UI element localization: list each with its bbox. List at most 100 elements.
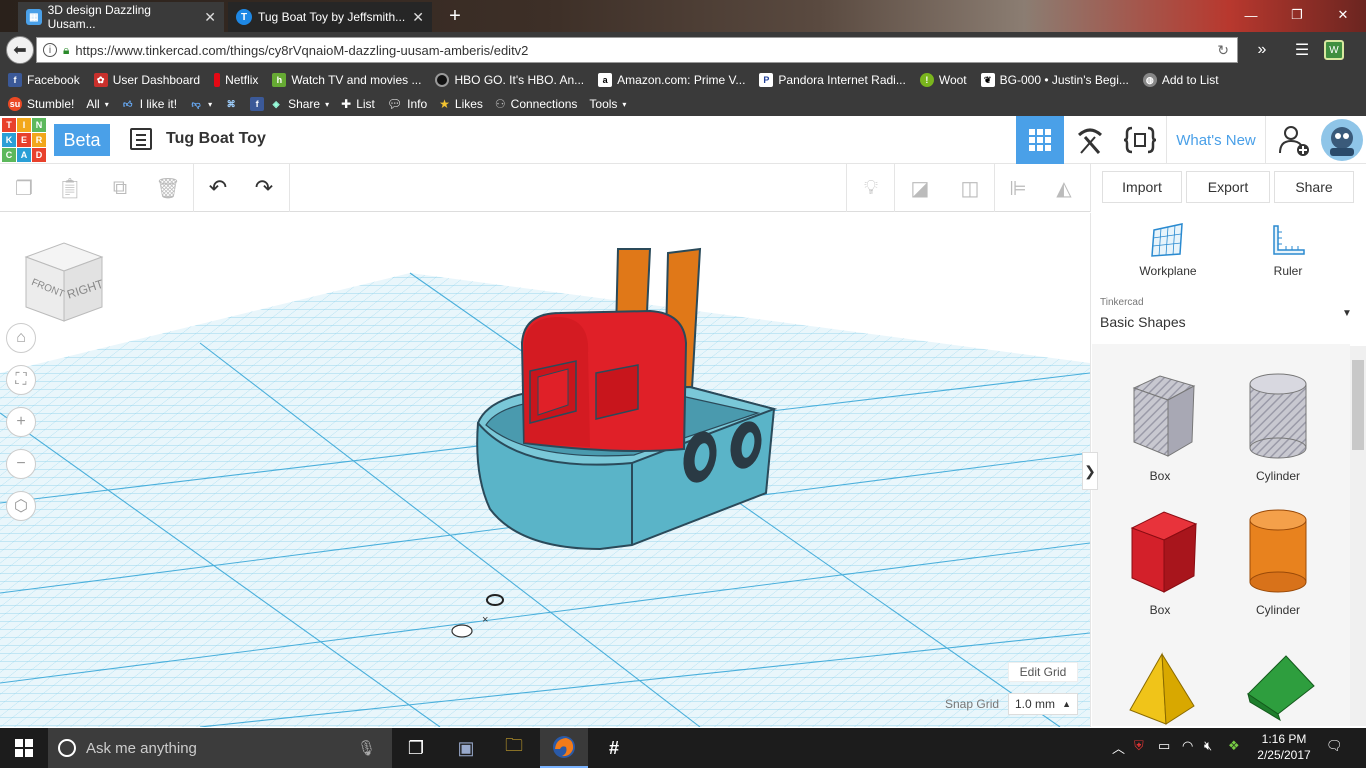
import-button[interactable]: Import — [1102, 171, 1182, 203]
redo-button[interactable]: ↷ — [248, 172, 280, 204]
view-cube[interactable]: FRONT RIGHT — [18, 237, 110, 327]
reload-icon[interactable]: ↻ — [1217, 42, 1229, 59]
dislike-button[interactable]: 👎︎ ▾ — [189, 97, 212, 111]
bookmark-user-dashboard[interactable]: ✿ User Dashboard — [93, 73, 200, 87]
show-hidden-icons-button[interactable]: ︿ — [1112, 738, 1125, 757]
align-button[interactable]: ⊫ — [1002, 172, 1034, 204]
extension-shield-icon[interactable]: W — [1324, 40, 1344, 60]
tag-button[interactable]: ⌘ — [224, 97, 238, 111]
workplane-tool[interactable]: Workplane — [1128, 222, 1208, 284]
share-button[interactable]: Share — [1274, 171, 1354, 203]
close-tab-icon[interactable]: ✕ — [204, 9, 216, 26]
mirror-button[interactable]: ◭ — [1048, 172, 1080, 204]
stumble-all-dropdown[interactable]: All ▾ — [86, 97, 108, 111]
snap-grid-select[interactable]: 1.0 mm ▲ — [1008, 693, 1078, 715]
taskbar-app-file-explorer[interactable]: 🗀︎ — [490, 728, 538, 768]
export-button[interactable]: Export — [1186, 171, 1270, 203]
close-window-button[interactable]: ✕ — [1320, 0, 1366, 30]
taskbar-clock[interactable]: 1:16 PM 2/25/2017 — [1250, 731, 1318, 763]
taskbar-app-pictures[interactable]: ▣ — [442, 728, 490, 768]
cortana-search[interactable]: Ask me anything 🎙︎ — [48, 728, 392, 768]
code-blocks-button[interactable] — [1116, 116, 1164, 164]
tinkercad-logo[interactable]: T I N K E R C A D — [2, 118, 46, 162]
workplane-viewport[interactable]: × FRONT RIGHT ⌂ ⛶ + − ⬡ — [0, 213, 1090, 727]
minecraft-view-button[interactable] — [1066, 116, 1114, 164]
undo-button[interactable]: ↶ — [202, 172, 234, 204]
beta-badge[interactable]: Beta — [54, 124, 110, 156]
design-list-icon[interactable] — [130, 128, 152, 150]
i-like-it-button[interactable]: 👍︎ I like it! — [121, 97, 177, 111]
perspective-toggle-button[interactable]: ⬡ — [6, 491, 36, 521]
bookmark-pandora[interactable]: P Pandora Internet Radi... — [759, 73, 906, 87]
zoom-out-button[interactable]: − — [6, 449, 36, 479]
home-icon: ⌂ — [16, 329, 26, 346]
overflow-chevron-icon[interactable]: » — [1250, 38, 1274, 62]
shape-box-solid[interactable]: Box — [1110, 504, 1210, 617]
bookmark-hulu[interactable]: h Watch TV and movies ... — [272, 73, 421, 87]
hamburger-menu-icon[interactable]: ☰ — [1290, 38, 1314, 62]
shape-cylinder-solid[interactable]: Cylinder — [1228, 504, 1328, 617]
task-view-button[interactable]: ❐ — [392, 728, 440, 768]
zoom-in-button[interactable]: + — [6, 407, 36, 437]
design-title[interactable]: Tug Boat Toy — [166, 130, 266, 148]
bookmark-add-to-list[interactable]: ◍ Add to List — [1142, 73, 1219, 87]
collapse-panel-button[interactable]: ❯ — [1082, 452, 1098, 490]
taskbar-app-firefox[interactable] — [540, 728, 588, 768]
battery-icon[interactable]: ▭ — [1158, 738, 1170, 754]
likes-button[interactable]: ★ Likes — [439, 97, 483, 111]
info-button[interactable]: 💬︎ Info — [387, 97, 427, 111]
workplane-canvas[interactable]: × — [0, 213, 1090, 727]
delete-button[interactable]: 🗑︎ — [152, 172, 184, 204]
microphone-icon[interactable]: 🎙︎ — [357, 739, 376, 757]
grid-handle-icon[interactable] — [451, 624, 473, 638]
notes-button[interactable]: 💡︎ — [855, 172, 887, 204]
volume-muted-icon[interactable]: 🔇︎ — [1204, 738, 1212, 754]
chevron-down-icon[interactable]: ▼ — [1342, 308, 1352, 319]
browser-tab-1[interactable]: ▦ 3D design Dazzling Uusam... ✕ — [18, 2, 224, 32]
shape-roof[interactable] — [1110, 650, 1210, 726]
security-tray-icon[interactable]: ⛨ — [1134, 738, 1144, 754]
3d-design-view-button[interactable] — [1016, 116, 1064, 164]
taskbar-app-slack[interactable]: # — [590, 728, 638, 768]
wifi-icon[interactable]: ◠ — [1182, 738, 1193, 754]
paste-button[interactable]: 📋︎ — [54, 172, 86, 204]
add-user-button[interactable] — [1270, 116, 1316, 164]
fit-view-button[interactable]: ⛶ — [6, 365, 36, 395]
action-center-icon[interactable]: 🗨︎ — [1326, 738, 1343, 754]
info-icon[interactable]: i — [43, 43, 57, 57]
whats-new-link[interactable]: What's New — [1166, 116, 1266, 164]
start-button[interactable] — [0, 728, 48, 768]
bookmark-bg000[interactable]: ❦ BG-000 • Justin's Begi... — [980, 73, 1129, 87]
copy-button[interactable]: ❐ — [8, 172, 40, 204]
maximize-button[interactable]: ❐ — [1274, 0, 1320, 30]
shape-box-hole[interactable]: Box — [1110, 370, 1210, 483]
close-tab-icon[interactable]: ✕ — [412, 9, 424, 26]
new-tab-button[interactable]: + — [442, 2, 468, 30]
tools-dropdown[interactable]: Tools ▾ — [589, 97, 626, 111]
bookmark-facebook[interactable]: f Facebook — [8, 73, 80, 87]
ungroup-button[interactable]: ◫ — [954, 172, 986, 204]
minimize-button[interactable]: — — [1228, 0, 1274, 30]
address-bar[interactable]: i 🔒︎ https://www.tinkercad.com/things/cy… — [36, 37, 1238, 63]
bookmark-amazon[interactable]: a Amazon.com: Prime V... — [598, 73, 745, 87]
share-button[interactable]: f ◈ Share ▾ — [250, 97, 329, 111]
shape-cylinder-hole[interactable]: Cylinder — [1228, 370, 1328, 483]
ruler-tool[interactable]: Ruler — [1248, 222, 1328, 284]
bookmark-woot[interactable]: ! Woot — [919, 73, 967, 87]
panel-scrollbar-thumb[interactable] — [1352, 360, 1364, 450]
home-view-button[interactable]: ⌂ — [6, 323, 36, 353]
browser-tab-2[interactable]: T Tug Boat Toy by Jeffsmith... ✕ — [228, 2, 432, 32]
list-button[interactable]: ✚ List — [341, 97, 375, 111]
stumble-button[interactable]: su Stumble! — [8, 97, 74, 111]
group-button[interactable]: ◪ — [904, 172, 936, 204]
dropbox-icon[interactable]: ❖ — [1228, 738, 1240, 754]
shape-wedge[interactable] — [1228, 650, 1328, 726]
bookmark-hbo-go[interactable]: HBO GO. It's HBO. An... — [435, 73, 584, 87]
edit-grid-button[interactable]: Edit Grid — [1008, 662, 1078, 682]
user-avatar[interactable] — [1318, 116, 1366, 164]
duplicate-button[interactable]: ⧉ — [104, 172, 136, 204]
category-select[interactable]: Basic Shapes — [1100, 314, 1186, 330]
back-button[interactable]: ⬅ — [6, 36, 34, 64]
connections-button[interactable]: ⚇ Connections — [495, 97, 577, 111]
bookmark-netflix[interactable]: Netflix — [214, 73, 258, 87]
